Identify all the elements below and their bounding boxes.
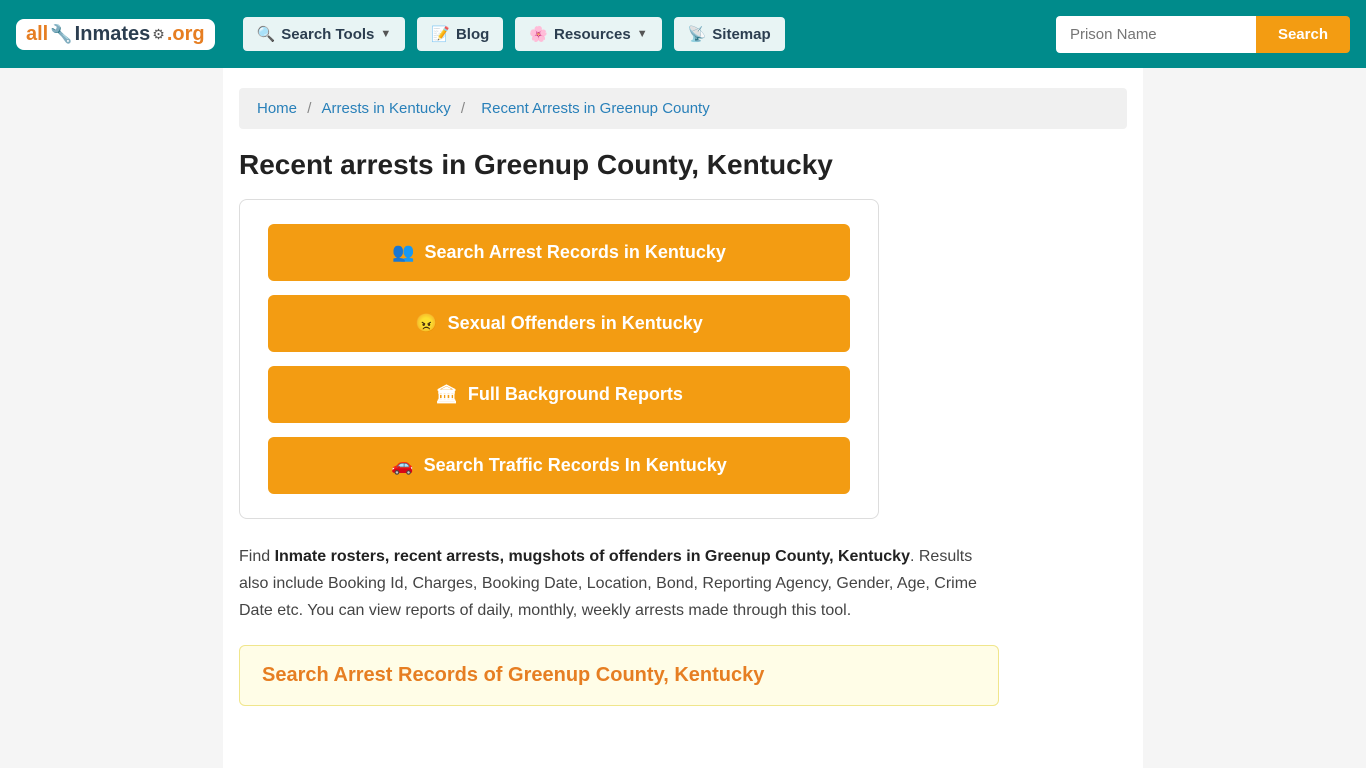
breadcrumb-home[interactable]: Home bbox=[257, 100, 297, 117]
car-icon: 🚗 bbox=[391, 455, 413, 476]
background-reports-button[interactable]: 🏛 Full Background Reports bbox=[268, 366, 850, 423]
blog-icon: 📝 bbox=[431, 25, 450, 43]
bottom-section-title: Search Arrest Records of Greenup County,… bbox=[262, 664, 976, 687]
traffic-records-button[interactable]: 🚗 Search Traffic Records In Kentucky bbox=[268, 437, 850, 494]
prison-search-form: Search bbox=[1056, 16, 1350, 53]
breadcrumb-current: Recent Arrests in Greenup County bbox=[481, 100, 709, 117]
navbar: all 🔧 Inmates ⚙ .org 🔍 Search Tools ▼ 📝 … bbox=[0, 0, 1366, 68]
logo-gear2: ⚙ bbox=[152, 26, 165, 43]
search-arrest-records-button[interactable]: 👥 Search Arrest Records in Kentucky bbox=[268, 224, 850, 281]
resources-label: Resources bbox=[554, 26, 631, 43]
bottom-section: Search Arrest Records of Greenup County,… bbox=[239, 645, 999, 706]
resources-button[interactable]: 🌸 Resources ▼ bbox=[515, 17, 661, 51]
building-icon: 🏛 bbox=[435, 384, 458, 405]
angry-icon: 😠 bbox=[415, 313, 437, 334]
description-intro: Find bbox=[239, 548, 275, 565]
search-tools-label: Search Tools bbox=[281, 26, 374, 43]
search-tools-button[interactable]: 🔍 Search Tools ▼ bbox=[243, 17, 406, 51]
description-text: Find Inmate rosters, recent arrests, mug… bbox=[239, 543, 999, 625]
prison-search-button[interactable]: Search bbox=[1256, 16, 1350, 53]
sitemap-button[interactable]: 📡 Sitemap bbox=[674, 17, 785, 51]
resources-arrow-icon: ▼ bbox=[637, 28, 648, 40]
sitemap-icon: 📡 bbox=[688, 25, 707, 43]
sexual-offenders-label: Sexual Offenders in Kentucky bbox=[448, 313, 703, 334]
logo[interactable]: all 🔧 Inmates ⚙ .org bbox=[16, 19, 215, 50]
breadcrumb: Home / Arrests in Kentucky / Recent Arre… bbox=[239, 88, 1127, 129]
background-reports-label: Full Background Reports bbox=[468, 384, 683, 405]
description-bold: Inmate rosters, recent arrests, mugshots… bbox=[275, 548, 910, 565]
logo-all: all bbox=[26, 23, 48, 46]
resources-icon: 🌸 bbox=[529, 25, 548, 43]
search-tools-icon: 🔍 bbox=[257, 25, 276, 43]
people-icon: 👥 bbox=[392, 242, 414, 263]
blog-button[interactable]: 📝 Blog bbox=[417, 17, 503, 51]
sitemap-label: Sitemap bbox=[712, 26, 770, 43]
page-title: Recent arrests in Greenup County, Kentuc… bbox=[239, 149, 1127, 181]
breadcrumb-sep1: / bbox=[307, 100, 315, 117]
breadcrumb-arrests-ky[interactable]: Arrests in Kentucky bbox=[322, 100, 451, 117]
logo-inmates: Inmates bbox=[75, 23, 151, 46]
logo-icon: 🔧 bbox=[50, 24, 72, 45]
blog-label: Blog bbox=[456, 26, 489, 43]
prison-name-input[interactable] bbox=[1056, 16, 1256, 53]
sexual-offenders-button[interactable]: 😠 Sexual Offenders in Kentucky bbox=[268, 295, 850, 352]
logo-org: .org bbox=[167, 23, 205, 46]
main-content: Home / Arrests in Kentucky / Recent Arre… bbox=[223, 68, 1143, 768]
action-buttons-card: 👥 Search Arrest Records in Kentucky 😠 Se… bbox=[239, 199, 879, 519]
breadcrumb-sep2: / bbox=[461, 100, 469, 117]
search-tools-arrow-icon: ▼ bbox=[380, 28, 391, 40]
search-arrest-records-label: Search Arrest Records in Kentucky bbox=[424, 242, 725, 263]
traffic-records-label: Search Traffic Records In Kentucky bbox=[424, 455, 727, 476]
